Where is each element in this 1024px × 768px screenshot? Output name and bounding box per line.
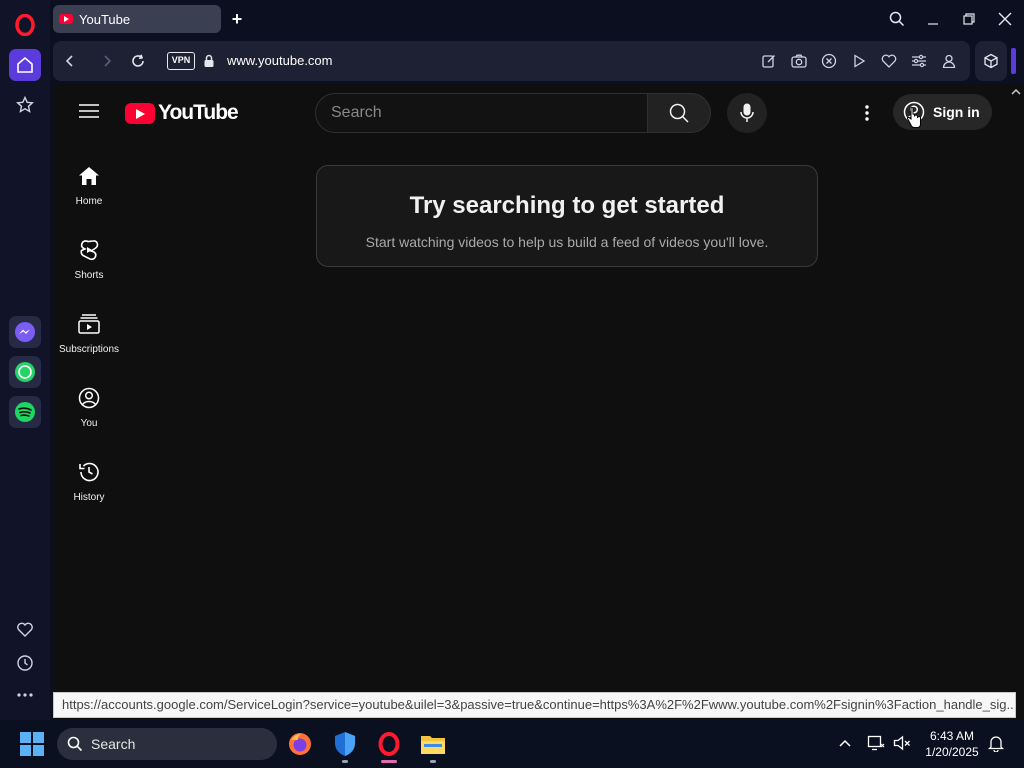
firefox-icon[interactable] <box>284 728 316 760</box>
search-button[interactable] <box>647 93 711 133</box>
volume-muted-icon[interactable] <box>891 732 913 754</box>
profile-icon[interactable] <box>939 51 959 71</box>
network-monitor-icon[interactable] <box>865 732 887 754</box>
app-running-indicator <box>430 760 436 763</box>
screen: YouTube + VPN www.youtube.com YouTube Se… <box>0 0 1024 768</box>
microphone-icon <box>740 103 754 122</box>
vpn-badge[interactable]: VPN <box>167 52 195 70</box>
guide-item-you[interactable]: You <box>53 382 125 442</box>
notification-bell-icon[interactable] <box>985 732 1007 754</box>
tab-title: YouTube <box>79 11 131 27</box>
show-hidden-icons-chevron-icon[interactable] <box>834 732 856 754</box>
edit-note-icon[interactable] <box>759 51 779 71</box>
tab-search-icon[interactable] <box>886 8 908 30</box>
app-active-indicator <box>381 760 397 763</box>
reload-icon[interactable] <box>128 51 148 71</box>
opera-sidebar <box>0 0 50 720</box>
youtube-logo-text: YouTube <box>158 101 239 124</box>
taskbar-clock[interactable]: 6:43 AM 1/20/2025 <box>920 728 984 760</box>
lock-icon[interactable] <box>199 51 219 71</box>
windows-security-icon[interactable] <box>329 728 361 763</box>
search-box <box>315 93 648 133</box>
youtube-logo[interactable]: YouTube <box>125 101 239 125</box>
forward-arrow-icon[interactable] <box>97 51 117 71</box>
app-running-indicator <box>342 760 348 763</box>
sign-in-label: Sign in <box>933 104 980 120</box>
guide-item-home[interactable]: Home <box>53 160 125 220</box>
new-tab-plus-icon[interactable]: + <box>228 10 246 28</box>
heart-icon[interactable] <box>9 614 41 646</box>
feed-nudge-body: Start watching videos to help us build a… <box>365 234 769 250</box>
opera-menu-icon[interactable] <box>9 9 41 41</box>
messenger-icon[interactable] <box>9 316 41 348</box>
opera-taskbar-icon[interactable] <box>373 728 405 763</box>
history-clock-icon[interactable] <box>9 647 41 679</box>
extensions-cube-icon[interactable] <box>975 41 1007 81</box>
subscriptions-icon <box>77 312 101 336</box>
history-icon <box>77 460 101 484</box>
taskbar-search[interactable]: Search <box>57 728 277 760</box>
windows-taskbar: Search 6:43 AM 1/20/2025 <box>0 720 1024 768</box>
scroll-up-arrow-icon <box>1011 88 1021 95</box>
ad-blocker-icon[interactable] <box>819 51 839 71</box>
youtube-logo-mark-icon <box>125 102 155 124</box>
you-icon <box>77 386 101 410</box>
guide-item-shorts[interactable]: Shorts <box>53 234 125 294</box>
favorite-heart-icon[interactable] <box>879 51 899 71</box>
home-icon <box>77 164 101 188</box>
clock-date: 1/20/2025 <box>925 745 979 759</box>
windows-start-icon[interactable] <box>20 732 44 756</box>
address-bar: VPN www.youtube.com <box>53 41 970 81</box>
mouse-cursor-icon <box>906 106 922 134</box>
taskbar-search-label: Search <box>91 736 136 752</box>
sidebar-panel-indicator <box>1011 48 1016 74</box>
file-explorer-icon[interactable] <box>417 728 449 763</box>
spotify-icon[interactable] <box>9 396 41 428</box>
feed-nudge-card: Try searching to get started Start watch… <box>316 165 818 267</box>
bookmarks-star-icon[interactable] <box>9 89 41 121</box>
restore-icon[interactable] <box>958 8 980 30</box>
guide-item-label: Subscriptions <box>58 344 120 355</box>
easy-setup-sliders-icon[interactable] <box>909 51 929 71</box>
url-field[interactable]: www.youtube.com <box>227 53 333 68</box>
guide-item-label: History <box>73 492 105 503</box>
search-input[interactable] <box>331 94 631 132</box>
clock-time: 6:43 AM <box>929 729 975 743</box>
link-status-bar: https://accounts.google.com/ServiceLogin… <box>53 692 1016 718</box>
tab-strip: YouTube + <box>50 0 1024 38</box>
player-play-icon[interactable] <box>849 51 869 71</box>
search-icon <box>669 103 689 123</box>
guide-item-label: Shorts <box>74 270 104 281</box>
youtube-favicon-icon <box>59 14 73 24</box>
shorts-icon <box>77 238 101 262</box>
settings-more-icon[interactable] <box>855 101 879 125</box>
youtube-page: YouTube Sign in Home Shorts <box>53 84 1008 720</box>
close-window-icon[interactable] <box>994 8 1016 30</box>
taskbar-search-icon <box>67 736 83 752</box>
scrollbar[interactable] <box>1008 84 1024 720</box>
feed-nudge-title: Try searching to get started <box>409 192 725 219</box>
speed-dial-home-icon[interactable] <box>9 49 41 81</box>
whatsapp-icon[interactable] <box>9 356 41 388</box>
guide-item-label: Home <box>75 196 103 207</box>
minimize-icon[interactable] <box>922 8 944 30</box>
guide-item-history[interactable]: History <box>53 456 125 516</box>
back-arrow-icon[interactable] <box>60 51 80 71</box>
guide-item-label: You <box>80 418 98 429</box>
hamburger-menu-icon[interactable] <box>79 103 99 119</box>
tab-youtube[interactable]: YouTube <box>53 5 221 33</box>
snapshot-camera-icon[interactable] <box>789 51 809 71</box>
guide-item-subscriptions[interactable]: Subscriptions <box>53 308 125 368</box>
more-dots-icon[interactable] <box>9 679 41 711</box>
voice-search-button[interactable] <box>727 93 767 133</box>
